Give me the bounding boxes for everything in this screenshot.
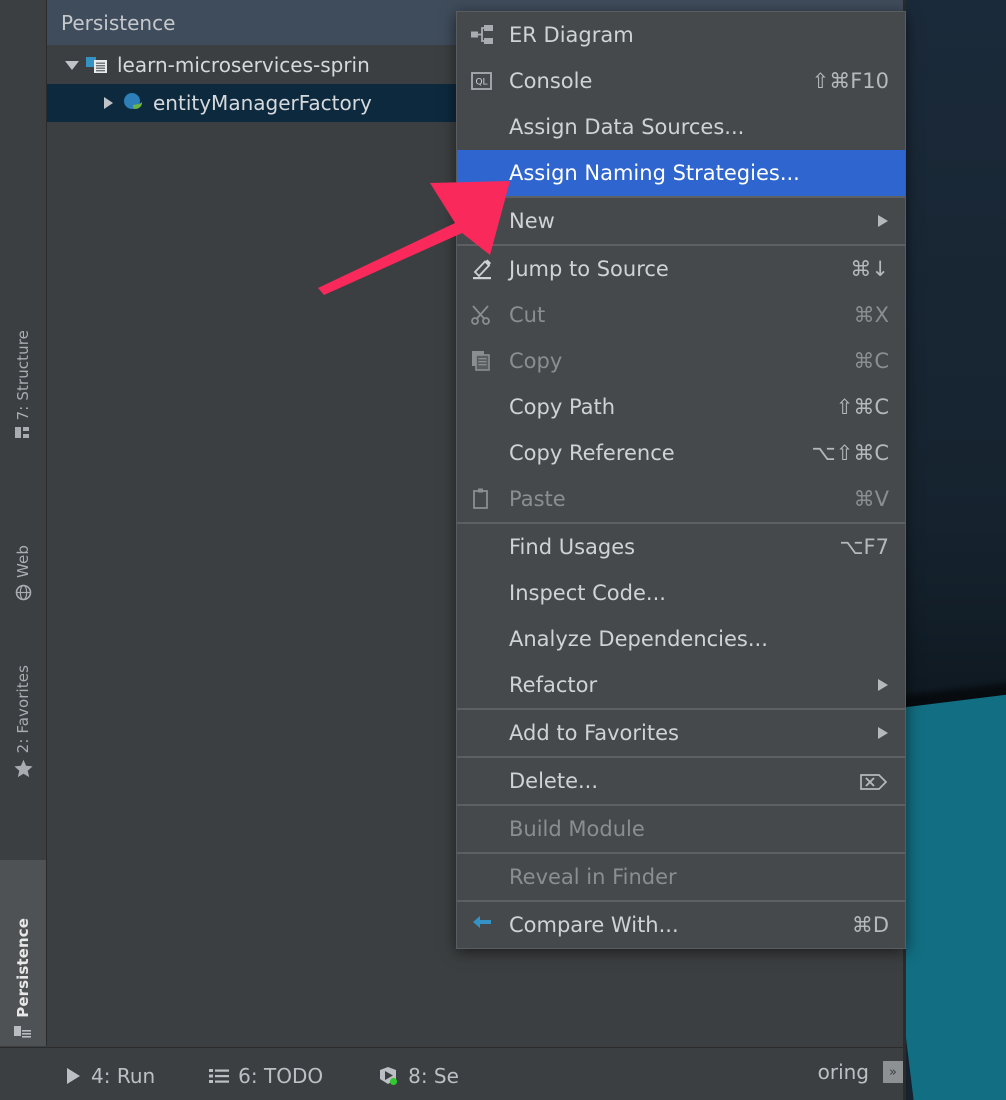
submenu-arrow-icon <box>876 677 889 693</box>
copy-icon <box>471 350 509 372</box>
menu-item-copy[interactable]: Copy ⌘C <box>457 338 905 384</box>
menu-item-label: Copy Path <box>509 395 616 419</box>
list-icon <box>209 1067 230 1085</box>
menu-item-accelerator: ⌘D <box>851 913 889 937</box>
menu-item-accelerator: ⌥F7 <box>839 535 889 559</box>
tool-window-stripe: 7: Structure Web 2: Favorites Persistenc… <box>0 0 47 1046</box>
status-bar-item-run[interactable]: 4: Run <box>64 1064 155 1088</box>
sidebar-item-persistence[interactable]: Persistence <box>0 860 46 1046</box>
screenshot-root: 7: Structure Web 2: Favorites Persistenc… <box>0 0 1006 1100</box>
menu-item-delete[interactable]: Delete... <box>457 758 905 804</box>
menu-item-label: Inspect Code... <box>509 581 666 605</box>
status-bar-item-todo[interactable]: 6: TODO <box>209 1064 323 1088</box>
menu-item-label: Find Usages <box>509 535 636 559</box>
menu-item-label: ER Diagram <box>509 23 634 47</box>
console-ql-icon: QL <box>471 70 509 92</box>
chevron-right-icon[interactable] <box>95 95 121 111</box>
menu-item-assign-data-sources[interactable]: Assign Data Sources... <box>457 104 905 150</box>
menu-item-reveal-in-finder[interactable]: Reveal in Finder <box>457 854 905 900</box>
star-icon <box>13 759 33 782</box>
structure-icon <box>15 426 31 444</box>
menu-item-accelerator: ⌘C <box>853 349 889 373</box>
sidebar-item-structure[interactable]: 7: Structure <box>0 330 46 446</box>
globe-icon <box>15 584 32 605</box>
pencil-icon <box>471 258 509 280</box>
menu-item-label: Assign Naming Strategies... <box>509 161 800 185</box>
menu-item-accelerator: ⌘↓ <box>850 257 889 281</box>
persistence-icon <box>14 1024 32 1044</box>
menu-item-copy-reference[interactable]: Copy Reference ⌥⇧⌘C <box>457 430 905 476</box>
menu-item-find-usages[interactable]: Find Usages ⌥F7 <box>457 524 905 570</box>
submenu-arrow-icon <box>876 725 889 741</box>
sidebar-item-web[interactable]: Web <box>0 545 46 607</box>
context-menu[interactable]: ER Diagram QL Console ⇧⌘F10 Assign Data … <box>456 11 906 949</box>
menu-item-accelerator: ⌘X <box>853 303 889 327</box>
status-bar-item-label: 4: Run <box>91 1064 156 1088</box>
run-icon <box>64 1066 82 1086</box>
menu-item-label: Assign Data Sources... <box>509 115 745 139</box>
wallpaper-teal-band <box>906 690 1006 1100</box>
menu-item-label: Paste <box>509 487 566 511</box>
menu-item-label: Console <box>509 69 593 93</box>
services-icon <box>377 1065 399 1087</box>
menu-item-inspect-code[interactable]: Inspect Code... <box>457 570 905 616</box>
menu-item-copy-path[interactable]: Copy Path ⇧⌘C <box>457 384 905 430</box>
menu-item-assign-naming-strategies[interactable]: Assign Naming Strategies... <box>457 150 905 196</box>
module-icon <box>85 54 109 76</box>
sidebar-item-label: 7: Structure <box>13 330 32 421</box>
clipboard-icon <box>471 488 509 510</box>
tree-node-label: learn-microservices-sprin <box>117 53 370 77</box>
persistence-unit-icon <box>121 91 145 115</box>
status-bar-right-tab-label: oring <box>817 1060 869 1084</box>
menu-item-paste[interactable]: Paste ⌘V <box>457 476 905 522</box>
wallpaper-sky <box>906 0 1006 720</box>
menu-item-refactor[interactable]: Refactor <box>457 662 905 708</box>
menu-item-label: Jump to Source <box>509 257 669 281</box>
menu-item-label: Delete... <box>509 769 599 793</box>
menu-item-jump-to-source[interactable]: Jump to Source ⌘↓ <box>457 246 905 292</box>
menu-item-build-module[interactable]: Build Module <box>457 806 905 852</box>
menu-item-accelerator: ⌘V <box>853 487 889 511</box>
submenu-arrow-icon <box>876 213 889 229</box>
menu-item-label: Copy <box>509 349 563 373</box>
menu-item-label: Cut <box>509 303 546 327</box>
status-bar-item-label: 8: Se <box>408 1064 459 1088</box>
menu-item-cut[interactable]: Cut ⌘X <box>457 292 905 338</box>
menu-item-label: Copy Reference <box>509 441 675 465</box>
status-bar-right-tab[interactable]: oring » <box>818 1060 903 1084</box>
sidebar-item-label: Web <box>13 545 32 579</box>
scissors-icon <box>471 304 509 326</box>
hide-tool-window-button[interactable]: » <box>883 1061 903 1083</box>
status-bar-item-services[interactable]: 8: Se <box>377 1064 459 1088</box>
svg-text:QL: QL <box>475 78 487 88</box>
menu-item-accelerator <box>859 769 889 793</box>
status-bar-item-label: 6: TODO <box>238 1064 324 1088</box>
menu-item-label: Refactor <box>509 673 598 697</box>
menu-item-accelerator: ⇧⌘C <box>835 395 889 419</box>
menu-item-label: Build Module <box>509 817 645 841</box>
menu-item-accelerator: ⇧⌘F10 <box>811 69 889 93</box>
sidebar-item-label: Persistence <box>13 918 32 1018</box>
menu-item-label: Compare With... <box>509 913 679 937</box>
sidebar-item-label: 2: Favorites <box>13 665 32 754</box>
menu-item-er-diagram[interactable]: ER Diagram <box>457 12 905 58</box>
menu-item-accelerator: ⌥⇧⌘C <box>811 441 889 465</box>
sidebar-item-favorites[interactable]: 2: Favorites <box>0 665 46 784</box>
chevron-down-icon[interactable] <box>59 59 85 71</box>
er-diagram-icon <box>471 24 509 46</box>
desktop-wallpaper <box>906 0 1006 1100</box>
menu-item-label: Analyze Dependencies... <box>509 627 768 651</box>
menu-item-compare-with[interactable]: Compare With... ⌘D <box>457 902 905 948</box>
menu-item-analyze-dependencies[interactable]: Analyze Dependencies... <box>457 616 905 662</box>
menu-item-console[interactable]: QL Console ⇧⌘F10 <box>457 58 905 104</box>
menu-item-new[interactable]: New <box>457 198 905 244</box>
tree-node-label: entityManagerFactory <box>153 91 372 115</box>
compare-icon <box>471 914 509 936</box>
menu-item-add-to-favorites[interactable]: Add to Favorites <box>457 710 905 756</box>
menu-item-label: New <box>509 209 555 233</box>
menu-item-label: Reveal in Finder <box>509 865 677 889</box>
status-bar: 4: Run 6: TODO 8: Se oring » <box>0 1047 906 1100</box>
menu-item-label: Add to Favorites <box>509 721 679 745</box>
